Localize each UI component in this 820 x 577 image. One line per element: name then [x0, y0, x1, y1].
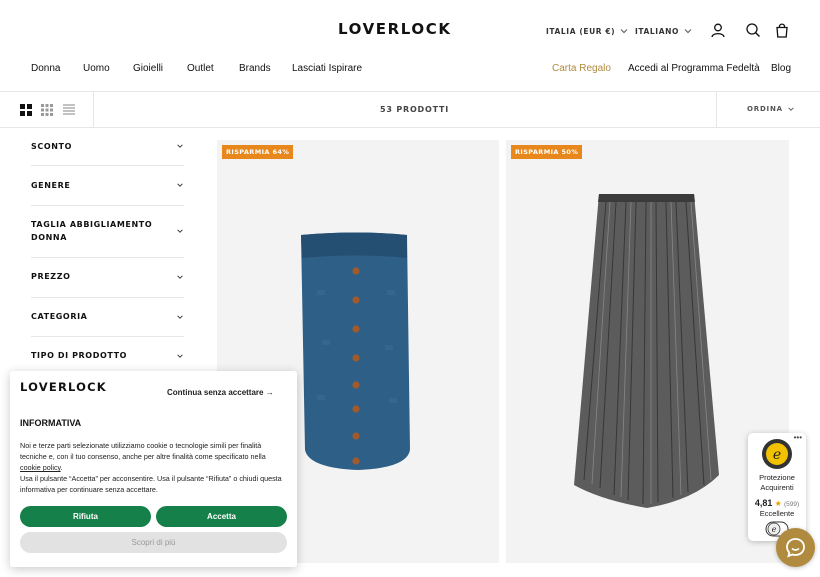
nav-item-donna[interactable]: Donna: [31, 63, 60, 74]
filter-label: GENERE: [31, 181, 71, 190]
buyer-protection-line1: Protezione: [759, 473, 795, 482]
review-count: (599): [783, 501, 800, 508]
chevron-down-icon: [620, 29, 628, 34]
discount-badge: RISPARMIA 64%: [222, 145, 294, 159]
chevron-down-icon: [177, 315, 183, 319]
product-image-pleated-skirt[interactable]: [506, 140, 789, 563]
sort-dropdown[interactable]: ORDINA: [716, 92, 820, 127]
chevron-down-icon: [177, 275, 183, 279]
accept-button[interactable]: Accetta: [156, 506, 287, 527]
cookie-text-1-end: .: [60, 463, 63, 472]
nav-item-blog[interactable]: Blog: [771, 63, 791, 74]
nav-item-outlet[interactable]: Outlet: [187, 63, 214, 74]
view-switcher: [0, 92, 94, 127]
filter-categoria[interactable]: CATEGORIA: [31, 298, 184, 337]
sort-label: ORDINA: [747, 105, 783, 113]
buyer-protection-line2: Acquirenti: [760, 483, 794, 492]
filter-taglia[interactable]: TAGLIA ABBIGLIAMENTO DONNA: [31, 206, 184, 258]
chevron-down-icon: [177, 229, 183, 233]
cookie-consent-panel: LOVERLOCK Continua senza accettare → INF…: [10, 371, 297, 567]
cookie-title: INFORMATIVA: [20, 418, 82, 428]
reject-button[interactable]: Rifiuta: [20, 506, 151, 527]
nav-item-carta-regalo[interactable]: Carta Regalo: [552, 63, 611, 74]
chevron-down-icon: [177, 354, 183, 358]
continue-without-accepting-link[interactable]: Continua senza accettare →: [167, 388, 274, 397]
filter-label: PREZZO: [31, 272, 71, 281]
filter-prezzo[interactable]: PREZZO: [31, 258, 184, 298]
cookie-logo: LOVERLOCK: [20, 380, 107, 394]
cart-icon[interactable]: [774, 22, 790, 38]
country-selector[interactable]: ITALIA (EUR €): [546, 26, 629, 36]
nav-item-lasciati-ispirare[interactable]: Lasciati Ispirare: [292, 63, 362, 74]
chevron-down-icon: [684, 29, 692, 34]
sort-button[interactable]: ORDINA: [747, 105, 795, 113]
learn-more-button[interactable]: Scopri di più: [20, 532, 287, 553]
filter-label: TAGLIA ABBIGLIAMENTO DONNA: [31, 220, 153, 242]
rating-row: 4,81 ★ (599): [748, 498, 806, 508]
language-selector[interactable]: ITALIANO: [635, 26, 693, 36]
rating-value: 4,81: [754, 498, 773, 508]
cookie-text-2: Usa il pulsante “Accetta” per acconsenti…: [20, 474, 282, 494]
site-header: LOVERLOCK ITALIA (EUR €) ITALIANO Donna …: [0, 0, 820, 92]
collection-toolbar: 53 PRODOTTI ORDINA: [0, 92, 820, 128]
cookie-text: Noi e terze parti selezionate utilizziam…: [20, 440, 288, 495]
filter-label: CATEGORIA: [31, 312, 88, 321]
nav-item-gioielli[interactable]: Gioielli: [133, 63, 163, 74]
nav-item-brands[interactable]: Brands: [239, 63, 271, 74]
chevron-down-icon: [177, 144, 183, 148]
filter-label: SCONTO: [31, 142, 72, 151]
cookie-policy-link[interactable]: cookie policy: [20, 463, 61, 472]
chat-bubble-icon: [786, 538, 805, 558]
grid-large-icon[interactable]: [19, 103, 33, 117]
chat-button[interactable]: [776, 528, 815, 567]
svg-text:e: e: [773, 447, 781, 463]
more-options-icon[interactable]: •••: [794, 433, 802, 442]
chevron-down-icon: [788, 107, 794, 111]
nav-item-uomo[interactable]: Uomo: [83, 63, 110, 74]
filter-sconto[interactable]: SCONTO: [31, 128, 184, 166]
product-card[interactable]: RISPARMIA 50%: [506, 140, 789, 563]
filter-tipo-prodotto[interactable]: TIPO DI PRODOTTO: [31, 337, 184, 375]
trusted-shops-seal-icon: e: [762, 439, 792, 469]
country-label: ITALIA (EUR €): [546, 26, 616, 36]
svg-text:e: e: [772, 525, 777, 534]
filter-label: TIPO DI PRODOTTO: [31, 351, 128, 360]
account-icon[interactable]: [710, 22, 726, 38]
trusted-shops-badge[interactable]: ••• e Protezione Acquirenti 4,81 ★ (599)…: [748, 433, 806, 541]
grid-small-icon[interactable]: [40, 103, 54, 117]
chevron-down-icon: [177, 183, 183, 187]
buyer-protection-label: Protezione Acquirenti: [748, 473, 806, 493]
language-label: ITALIANO: [635, 26, 679, 36]
search-icon[interactable]: [745, 22, 761, 38]
star-icon: ★: [774, 499, 782, 508]
site-logo[interactable]: LOVERLOCK: [338, 20, 452, 38]
list-view-icon[interactable]: [62, 103, 76, 117]
filter-genere[interactable]: GENERE: [31, 166, 184, 206]
nav-item-programma-fedelta[interactable]: Accedi al Programma Fedeltà: [628, 63, 760, 74]
product-count: 53 PRODOTTI: [380, 105, 450, 114]
cookie-text-1: Noi e terze parti selezionate utilizziam…: [20, 441, 266, 461]
rating-verdict: Eccellente: [759, 509, 795, 518]
discount-badge: RISPARMIA 50%: [511, 145, 583, 159]
